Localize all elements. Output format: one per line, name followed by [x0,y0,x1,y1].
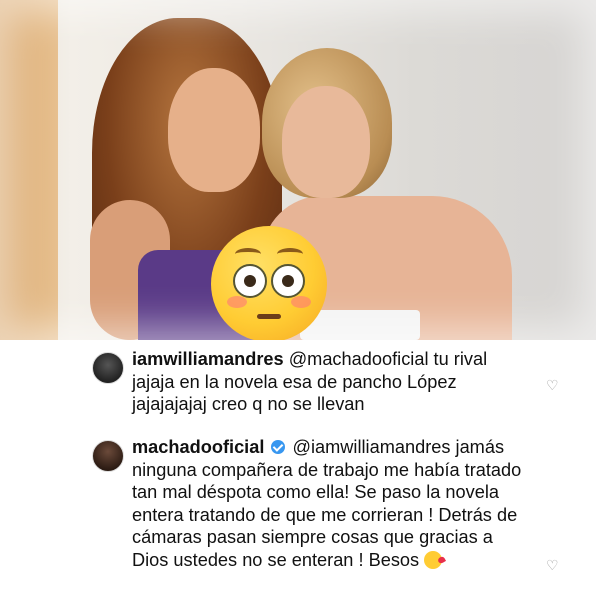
emoji-eye-left [233,264,267,298]
heart-outline-icon[interactable]: ♡ [546,558,560,572]
emoji-blush-right [291,296,311,308]
verified-badge-icon [271,440,286,454]
comment-username[interactable]: iamwilliamandres [132,349,284,369]
emoji-brow-right [277,248,303,260]
avatar[interactable] [92,440,124,472]
emoji-blush-left [227,296,247,308]
heart-outline-icon[interactable]: ♡ [546,378,560,392]
comment-username[interactable]: machadooficial [132,437,264,457]
emoji-brow-left [235,248,261,260]
emoji-eye-right [271,264,305,298]
comment-body: iamwilliamandres @machadooficial tu riva… [132,348,532,416]
flushed-face-emoji [211,226,327,340]
comments-section: iamwilliamandres @machadooficial tu riva… [38,340,560,599]
post-photo [0,0,596,340]
avatar[interactable] [92,352,124,384]
comment-body: machadooficial @iamwilliamandres jamás n… [132,436,532,571]
emoji-mouth [257,314,281,319]
kissing-face-with-heart-emoji [424,550,443,569]
